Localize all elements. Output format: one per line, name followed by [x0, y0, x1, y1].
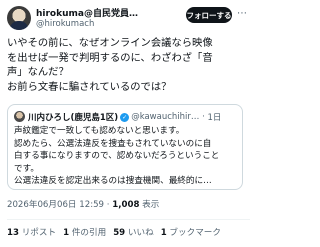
quoted-date: 1日 — [207, 113, 222, 123]
quotes-count: 1 — [63, 228, 70, 238]
divider — [7, 219, 250, 220]
views-count: 1,008 — [112, 200, 140, 210]
author-avatar[interactable] — [7, 6, 31, 30]
tweet-line: 声」なんだ？ — [7, 66, 69, 78]
author-name-row[interactable]: hirokuma@自民党員… — [36, 6, 186, 19]
quoted-tweet[interactable]: 川内ひろし(鹿児島1区) ✓ @kawauchihir… · 1日 声紋鑑定で一… — [7, 104, 243, 190]
bookmarks-label: ブックマーク — [169, 228, 221, 238]
quoted-line: 白する事になりますので、認めないだろうということ — [14, 151, 220, 161]
quoted-line: 声紋鑑定で一致しても認めないと思います。 — [14, 126, 185, 136]
quoted-author-handle: @kawauchihir… — [131, 112, 200, 122]
likes-label: いいね — [127, 228, 154, 238]
reposts-count: 13 — [7, 228, 19, 238]
likes-stat[interactable]: 59 いいね — [113, 226, 154, 238]
tweet-line: いやその前に、なぜオンライン会議なら映像 — [7, 37, 213, 49]
tweet-line: お前ら文春に騙されているのでは？ — [7, 80, 172, 93]
bookmarks-stat[interactable]: 1 ブックマーク — [161, 226, 221, 238]
more-options-icon[interactable]: ⋯ — [236, 8, 248, 20]
verified-badge-icon: ✓ — [120, 112, 130, 122]
tweet-line: を出せば一発で判明するのに、わざわざ「音 — [7, 51, 213, 64]
quoted-text: 声紋鑑定で一致しても認めないと思います。 認めたら、公選法違反を捜査もされていな… — [14, 125, 240, 188]
quoted-line: 認めたら、公選法違反を捜査もされていないのに自 — [14, 138, 212, 149]
reposts-stat[interactable]: 13 リポスト — [7, 226, 56, 238]
author-display-name[interactable]: hirokuma@自民党員… — [36, 6, 138, 19]
quoted-line: 公選法違反を認定出来るのは捜査機関、最終的に… — [14, 176, 212, 186]
tweet-timestamp[interactable]: 2026年06月06日 12:59 — [7, 200, 104, 210]
reposts-label: リポスト — [21, 228, 57, 238]
tweet-meta: 2026年06月06日 12:59 · 1,008 表示 — [7, 198, 159, 210]
follow-button[interactable]: フォローする — [186, 7, 232, 23]
quotes-label: 件の引用 — [71, 228, 107, 238]
likes-count: 59 — [113, 228, 126, 238]
author-handle[interactable]: @hirokumach — [36, 19, 94, 29]
quoted-header: 川内ひろし(鹿児島1区) ✓ @kawauchihir… · 1日 — [28, 111, 240, 123]
quoted-line: です。 — [14, 163, 39, 174]
separator-dot: · — [199, 112, 208, 122]
tweet-text: いやその前に、なぜオンライン会議なら映像 を出せば一発で判明するのに、わざわざ「… — [7, 36, 245, 94]
bookmarks-count: 1 — [160, 228, 167, 238]
quotes-stat[interactable]: 1 件の引用 — [63, 226, 106, 238]
quoted-author-avatar — [14, 111, 25, 122]
views-label: 表示 — [142, 200, 160, 210]
quoted-author-name: 川内ひろし(鹿児島1区) — [28, 113, 119, 123]
engagement-stats: 13 リポスト 1 件の引用 59 いいね 1 ブックマーク — [7, 226, 221, 238]
